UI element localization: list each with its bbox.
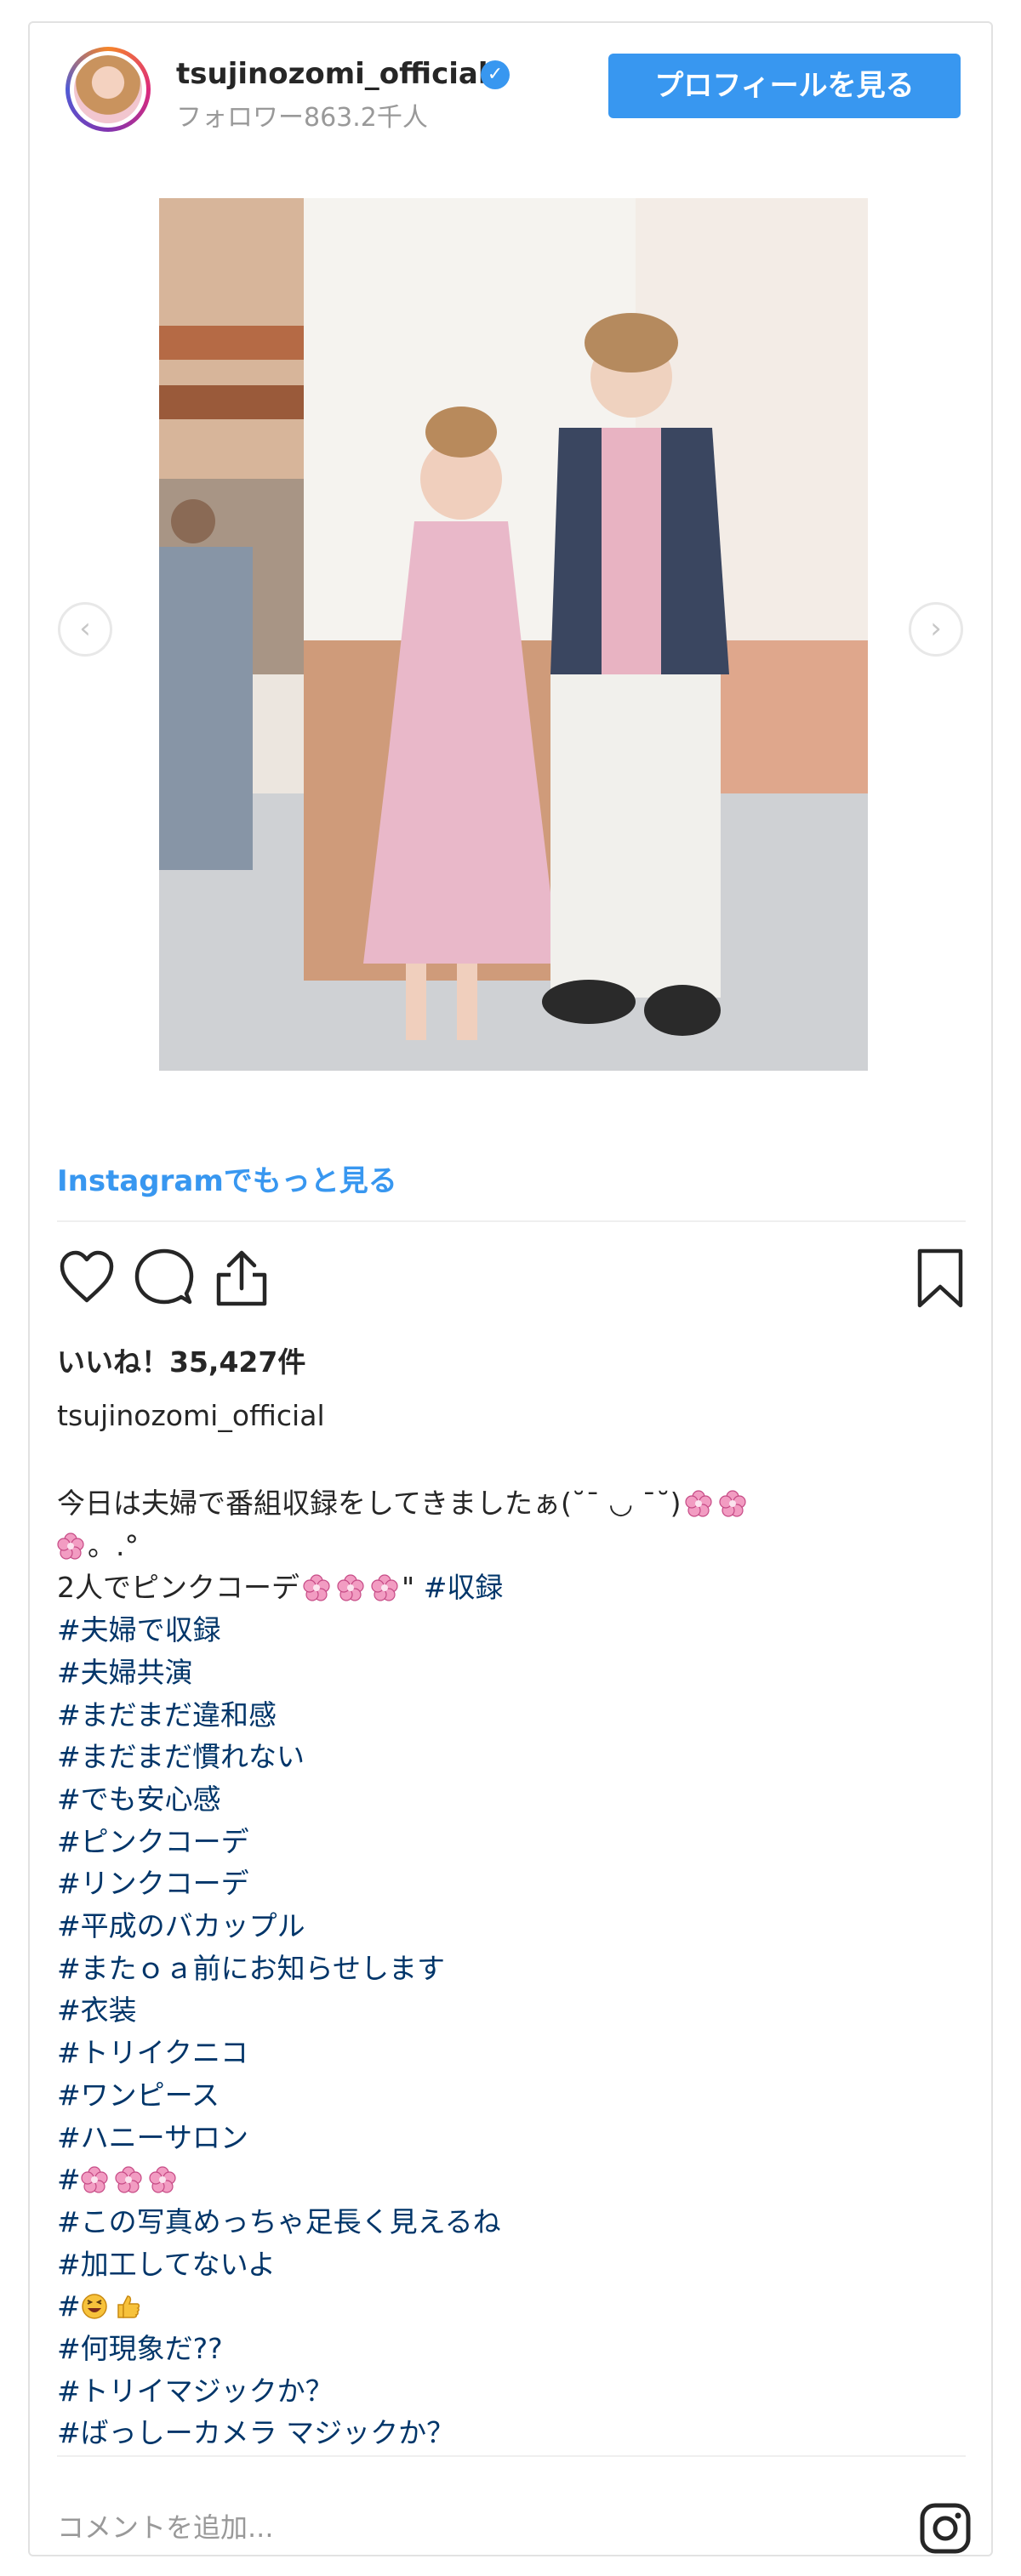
heart-icon[interactable] <box>57 1248 117 1307</box>
caption-text: 今日は夫婦で番組収録をしてきましたぁ(˘¯ ◡ ¯˘) <box>57 1487 682 1520</box>
hashtag-symbol: # <box>57 2289 81 2323</box>
hashtag[interactable]: #リンクコーデ <box>57 1862 967 1905</box>
hashtag[interactable]: #平成のバカップル <box>57 1905 967 1948</box>
prev-photo-button[interactable]: ‹ <box>58 602 112 657</box>
hashtag[interactable]: #何現象だ?? <box>57 2328 967 2370</box>
avatar[interactable] <box>66 47 151 132</box>
cherry-blossom-icon <box>57 1533 84 1560</box>
avatar-photo <box>74 55 142 123</box>
hashtag-symbol: # <box>57 2163 81 2197</box>
laughing-face-icon <box>81 2294 107 2320</box>
divider <box>57 1220 966 1222</box>
hashtag[interactable]: #夫婦で収録 <box>57 1609 967 1652</box>
cherry-blossom-icon <box>115 2166 142 2193</box>
hashtag[interactable]: #加工してないよ <box>57 2243 967 2286</box>
share-icon[interactable] <box>212 1248 271 1309</box>
divider <box>57 2455 966 2457</box>
hashtag[interactable]: #またｏａ前にお知らせします <box>57 1948 967 1990</box>
hashtag[interactable]: # <box>57 2285 967 2328</box>
hashtag[interactable]: #ワンピース <box>57 2074 967 2117</box>
hashtag[interactable]: #でも安心感 <box>57 1778 967 1821</box>
view-profile-button[interactable]: プロフィールを見る <box>608 54 961 118</box>
hashtag[interactable]: #収録 <box>424 1571 504 1604</box>
hashtag[interactable]: #ばっしーカメラ マジックか？ <box>57 2412 967 2454</box>
comment-input[interactable]: コメントを追加... <box>57 2506 274 2545</box>
cherry-blossom-icon <box>81 2166 108 2193</box>
hashtag[interactable]: #ハニーサロン <box>57 2117 967 2159</box>
caption-line: 2人でピンクコーデ " #収録 <box>57 1567 967 1609</box>
hashtag[interactable]: #トリイクニコ <box>57 2032 967 2074</box>
cherry-blossom-icon <box>149 2166 176 2193</box>
hashtag[interactable]: #トリイマジックか？ <box>57 2370 967 2413</box>
comment-icon[interactable] <box>134 1248 195 1307</box>
caption-text: 。.° <box>88 1528 139 1562</box>
hashtag[interactable]: # <box>57 2158 967 2201</box>
caption-text: 2人でピンクコーデ <box>57 1571 299 1605</box>
instagram-logo-icon[interactable] <box>919 2502 972 2555</box>
hashtag[interactable]: #ピンクコーデ <box>57 1821 967 1863</box>
username[interactable]: tsujinozomi_official <box>176 57 488 91</box>
thumbs-up-icon <box>117 2295 140 2319</box>
post-photo-illustration <box>159 198 868 1071</box>
hashtag[interactable]: #まだまだ慣れない <box>57 1736 967 1778</box>
caption-line: 。.° <box>57 1525 967 1567</box>
cherry-blossom-icon <box>303 1574 330 1602</box>
cherry-blossom-icon <box>371 1574 398 1602</box>
caption-line: 今日は夫婦で番組収録をしてきましたぁ(˘¯ ◡ ¯˘) <box>57 1482 967 1525</box>
caption-text: " <box>402 1571 415 1605</box>
follower-count: フォロワー863.2千人 <box>176 103 428 133</box>
like-count: いいね！35,427件 <box>57 1345 306 1379</box>
caption-author[interactable]: tsujinozomi_official <box>57 1399 325 1432</box>
verified-badge-icon: ✓ <box>481 60 510 89</box>
hashtag[interactable]: #衣装 <box>57 1989 967 2032</box>
bookmark-icon[interactable] <box>915 1248 966 1311</box>
hashtag[interactable]: #まだまだ違和感 <box>57 1694 967 1737</box>
post-photo[interactable] <box>159 198 868 1071</box>
cherry-blossom-icon <box>684 1490 712 1517</box>
instagram-more-link[interactable]: Instagramでもっと見る <box>57 1157 397 1199</box>
instagram-embed-card: tsujinozomi_official ✓ フォロワー863.2千人 プロフィ… <box>28 21 993 2556</box>
hashtag[interactable]: #夫婦共演 <box>57 1652 967 1694</box>
cherry-blossom-icon <box>718 1490 746 1517</box>
cherry-blossom-icon <box>337 1574 364 1602</box>
next-photo-button[interactable]: › <box>909 602 963 657</box>
hashtag[interactable]: #この写真めっちゃ足長く見えるね <box>57 2201 967 2243</box>
caption: 今日は夫婦で番組収録をしてきましたぁ(˘¯ ◡ ¯˘) 。.° 2人でピンクコー… <box>57 1482 967 2454</box>
